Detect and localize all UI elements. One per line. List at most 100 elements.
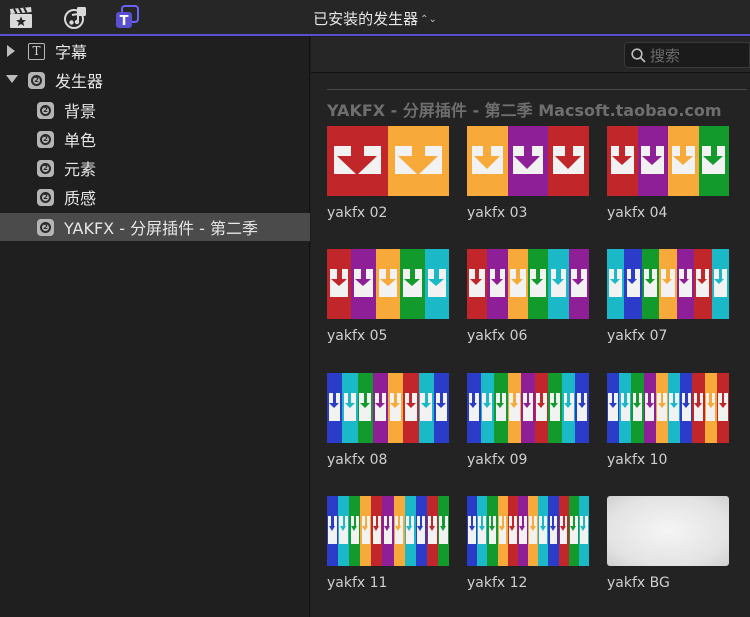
color-stripe: [548, 373, 563, 443]
sidebar-item-yakfx[interactable]: 2 YAKFX - 分屏插件 - 第二季: [0, 213, 310, 241]
color-stripe: [548, 249, 570, 319]
generator-icon: 2: [37, 130, 54, 148]
color-stripe: [497, 496, 509, 566]
color-stripe: [487, 496, 498, 566]
color-stripe: [619, 373, 632, 443]
color-stripe: [548, 496, 559, 566]
generator-browser: 搜索 YAKFX - 分屏插件 - 第二季 Macsoft.taobao.com…: [311, 37, 750, 617]
sidebar-item-backgrounds[interactable]: 2 背景: [0, 96, 310, 124]
color-stripe: [467, 496, 478, 566]
color-stripe: [528, 496, 539, 566]
generator-label: yakfx 05: [327, 328, 388, 344]
color-stripe: [507, 249, 529, 319]
color-stripe: [351, 249, 377, 319]
generator-thumbnail[interactable]: [607, 496, 729, 566]
color-stripe: [357, 373, 374, 443]
color-stripe: [668, 126, 699, 196]
color-stripe: [403, 373, 419, 443]
color-stripe: [342, 373, 358, 443]
color-stripe: [521, 373, 536, 443]
color-stripe: [711, 249, 729, 319]
library-title-label: 已安装的发生器: [313, 10, 419, 28]
sidebar-item-solids[interactable]: 2 单色: [0, 125, 310, 153]
generator-label: yakfx 06: [467, 328, 528, 344]
sidebar-item-titles[interactable]: T 字幕: [0, 37, 310, 65]
color-stripe: [327, 126, 389, 196]
color-stripe: [643, 373, 657, 443]
generator-thumbnail[interactable]: [327, 249, 449, 319]
color-stripe: [624, 249, 643, 319]
color-stripe: [372, 373, 389, 443]
generator-icon: 2: [37, 101, 54, 119]
color-stripe: [393, 496, 406, 566]
search-field[interactable]: 搜索: [624, 42, 750, 68]
sidebar-item-textures[interactable]: 2 质感: [0, 183, 310, 211]
sidebar-item-label: 背景: [64, 102, 97, 121]
generator-label: yakfx 04: [607, 205, 668, 221]
sidebar-item-elements[interactable]: 2 元素: [0, 154, 310, 182]
generator-icon: 2: [37, 188, 54, 206]
color-stripe: [494, 373, 509, 443]
color-stripe: [659, 249, 678, 319]
color-stripe: [716, 373, 729, 443]
generator-thumbnail[interactable]: [467, 373, 589, 443]
search-icon: [631, 47, 646, 63]
color-stripe: [668, 373, 681, 443]
color-stripe: [538, 496, 549, 566]
color-stripe: [388, 126, 449, 196]
color-stripe: [517, 496, 529, 566]
color-stripe: [426, 496, 439, 566]
color-stripe: [338, 496, 350, 566]
color-stripe: [607, 373, 620, 443]
generator-thumbnail[interactable]: [467, 496, 589, 566]
generator-label: yakfx 03: [467, 205, 528, 221]
section-divider: [327, 89, 747, 90]
disclosure-down-icon[interactable]: [6, 74, 18, 84]
disclosure-right-icon[interactable]: [6, 45, 16, 57]
generator-thumbnail[interactable]: [327, 126, 449, 196]
color-stripe: [676, 249, 695, 319]
color-stripe: [375, 249, 401, 319]
library-title[interactable]: 已安装的发生器 ⌃⌄: [0, 8, 750, 29]
generator-label: yakfx 09: [467, 452, 528, 468]
color-stripe: [704, 373, 718, 443]
color-stripe: [477, 496, 488, 566]
color-stripe: [507, 126, 549, 196]
color-stripe: [467, 373, 482, 443]
color-stripe: [568, 496, 580, 566]
generator-thumbnail[interactable]: [467, 249, 589, 319]
generator-thumbnail[interactable]: [467, 126, 589, 196]
color-stripe: [437, 496, 449, 566]
generator-thumbnail[interactable]: [607, 126, 729, 196]
color-stripe: [575, 373, 589, 443]
sidebar: T 字幕 2 发生器 2 背景 2 单色 2 元素 2 质感 2 YAKFX -…: [0, 37, 310, 617]
toolbar: T 已安装的发生器 ⌃⌄: [0, 0, 750, 36]
generator-label: yakfx 12: [467, 575, 528, 591]
sidebar-item-label: 发生器: [55, 72, 104, 91]
generator-thumbnail[interactable]: [607, 373, 729, 443]
generator-icon: 2: [37, 218, 54, 236]
generator-icon: 2: [28, 71, 45, 89]
color-stripe: [561, 373, 576, 443]
color-stripe: [327, 249, 352, 319]
color-stripe: [568, 249, 589, 319]
sidebar-item-generators[interactable]: 2 发生器: [0, 66, 310, 94]
generator-thumbnail[interactable]: [607, 249, 729, 319]
color-stripe: [400, 249, 426, 319]
generator-thumbnail[interactable]: [327, 373, 449, 443]
sidebar-item-label: YAKFX - 分屏插件 - 第二季: [64, 219, 259, 238]
section-title: YAKFX - 分屏插件 - 第二季 Macsoft.taobao.com: [327, 101, 722, 120]
color-stripe: [607, 126, 638, 196]
color-stripe: [433, 373, 449, 443]
color-stripe: [404, 496, 417, 566]
search-placeholder: 搜索: [650, 46, 681, 65]
generator-label: yakfx 11: [327, 575, 388, 591]
color-stripe: [480, 373, 495, 443]
sidebar-item-label: 元素: [64, 160, 97, 179]
color-stripe: [607, 249, 625, 319]
generator-thumbnail[interactable]: [327, 496, 449, 566]
color-stripe: [327, 496, 339, 566]
generator-label: yakfx 08: [327, 452, 388, 468]
color-stripe: [698, 126, 729, 196]
color-stripe: [507, 373, 522, 443]
